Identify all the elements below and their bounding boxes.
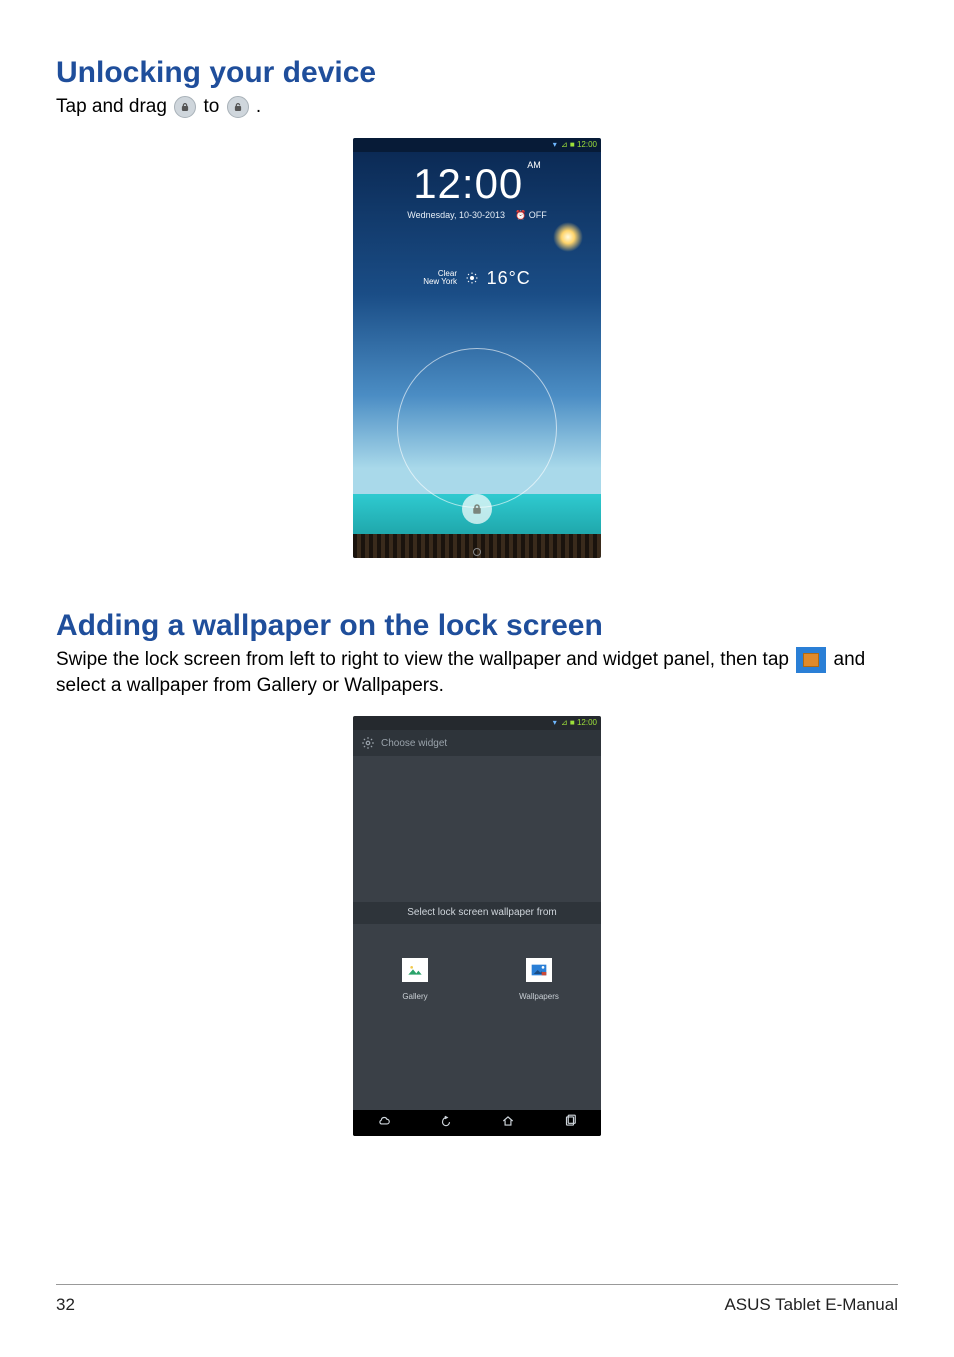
wallpaper-panel-figure: ▾ ⊿ ■ 12:00 Choose widget Select lock sc… [56,716,898,1141]
lock-closed-icon [174,96,196,118]
heading-unlocking: Unlocking your device [56,56,898,90]
unlock-instruction: Tap and drag to . [56,94,898,120]
alarm-off: ⏰ OFF [515,210,547,220]
nav-home-icon[interactable] [501,1114,515,1133]
status-bar: ▾ ⊿ ■ 12:00 [353,716,601,730]
text-fragment: . [256,96,261,117]
battery-icon: ■ [570,140,577,149]
signal-icon: ⊿ [561,140,570,149]
wifi-icon: ▾ [553,718,557,727]
android-navbar [353,1110,601,1136]
unlock-ring[interactable] [397,348,557,508]
nav-back-icon[interactable] [439,1114,453,1133]
weather-city-name: New York [423,277,457,286]
nav-cloud-icon[interactable] [377,1114,391,1133]
clock-date: Wednesday, 10-30-2013 ⏰ OFF [353,210,601,221]
text-fragment: to [203,96,224,117]
clock-widget: 12:00 AM Wednesday, 10-30-2013 ⏰ OFF [353,160,601,221]
text-fragment: Swipe the lock screen from left to right… [56,649,794,670]
nav-indicator [473,548,481,556]
wallpaper-tile-icon [796,647,826,673]
clock-time: 12:00 [413,160,523,208]
nav-recent-icon[interactable] [563,1114,577,1133]
date-text: Wednesday, 10-30-2013 [407,210,505,220]
signal-icon: ⊿ [561,718,570,727]
phone-wallpaper-panel: ▾ ⊿ ■ 12:00 Choose widget Select lock sc… [353,716,601,1136]
lock-drag-handle[interactable] [462,494,492,524]
status-time: 12:00 [577,140,597,149]
battery-icon: ■ [570,718,577,727]
page-number: 32 [56,1295,75,1315]
lock-open-icon [227,96,249,118]
option-wallpapers-label: Wallpapers [519,992,559,1001]
wallpaper-instruction: Swipe the lock screen from left to right… [56,647,898,699]
phone-lockscreen: ▾ ⊿ ■ 12:00 12:00 AM Wednesday, 10-30-201… [353,138,601,558]
clock-ampm: AM [527,160,541,170]
status-bar: ▾ ⊿ ■ 12:00 [353,138,601,152]
sun-icon [553,222,583,252]
heading-wallpaper: Adding a wallpaper on the lock screen [56,609,898,643]
weather-city: Clear New York [423,270,457,286]
text-fragment: Tap and drag [56,96,172,117]
weather-temp: 16°C [487,268,531,289]
option-wallpapers[interactable]: Wallpapers [477,924,601,1034]
section-wallpaper: Adding a wallpaper on the lock screen Sw… [56,609,898,1142]
choose-widget-bar[interactable]: Choose widget [353,730,601,756]
choose-widget-label: Choose widget [381,738,447,749]
lockscreen-figure: ▾ ⊿ ■ 12:00 12:00 AM Wednesday, 10-30-201… [56,138,898,563]
wallpaper-options: Gallery Wallpapers [353,924,601,1034]
page-footer: 32 ASUS Tablet E-Manual [56,1284,898,1315]
wallpapers-icon [526,958,552,982]
weather-sun-icon [466,272,478,284]
book-title: ASUS Tablet E-Manual [724,1295,898,1315]
weather-widget: Clear New York 16°C [353,268,601,289]
option-gallery[interactable]: Gallery [353,924,477,1034]
gallery-icon [402,958,428,982]
gear-icon [361,736,375,750]
wifi-icon: ▾ [553,140,557,149]
select-wallpaper-label: Select lock screen wallpaper from [353,902,601,924]
manual-page: Unlocking your device Tap and drag to . [0,0,954,1357]
option-gallery-label: Gallery [402,992,427,1001]
status-time: 12:00 [577,718,597,727]
